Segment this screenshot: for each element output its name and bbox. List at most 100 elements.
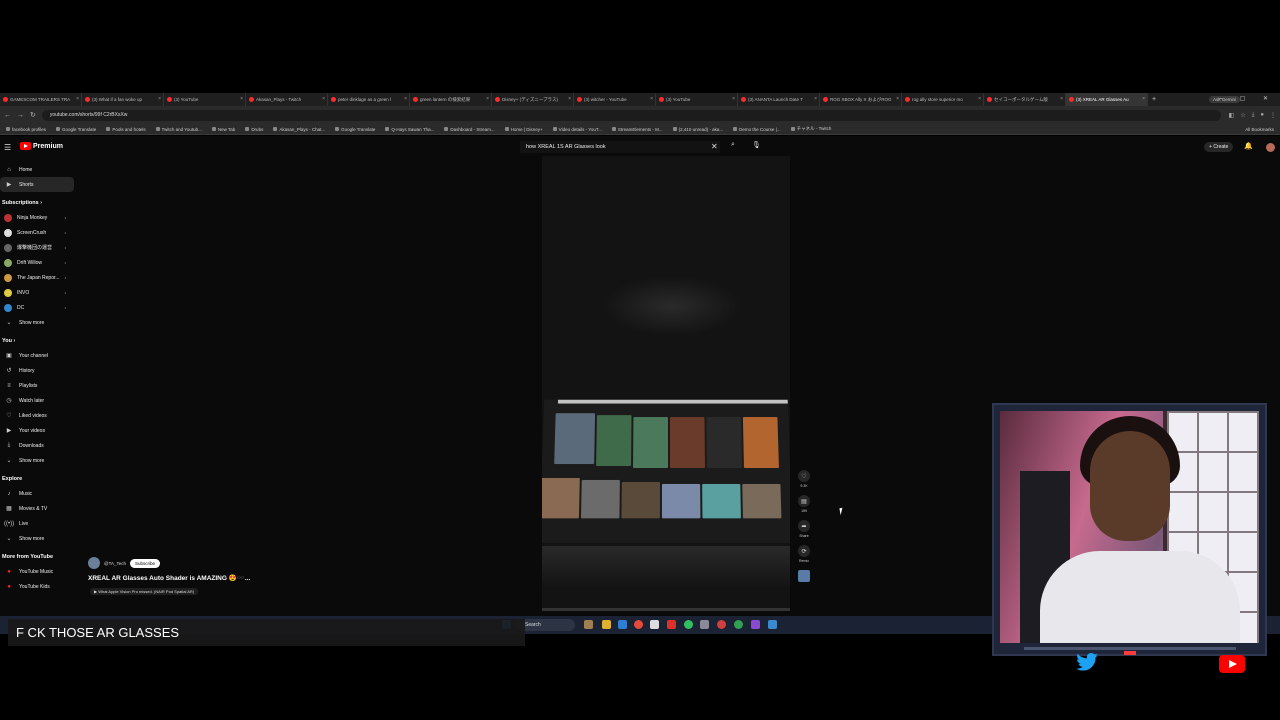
browser-tab[interactable]: green lantern の検索結果 × <box>410 93 492 106</box>
create-button[interactable]: + Create <box>1204 142 1234 152</box>
browser-tab[interactable]: Akasan_Plays - Twitch × <box>246 93 328 106</box>
spotify-icon[interactable] <box>734 620 743 629</box>
tab-close-icon[interactable]: × <box>404 96 407 102</box>
subscription-item[interactable]: Ninja Monkey • <box>0 210 80 225</box>
tab-close-icon[interactable]: × <box>240 96 243 102</box>
tab-close-icon[interactable]: × <box>1142 96 1145 102</box>
subscription-item[interactable]: The Japan Repor... • <box>0 270 80 285</box>
forward-icon[interactable]: → <box>17 112 24 119</box>
account-avatar[interactable] <box>1266 143 1275 152</box>
app-icon[interactable] <box>717 620 726 629</box>
hamburger-menu-icon[interactable]: ☰ <box>4 143 11 152</box>
channel-name[interactable]: @TA_Tech <box>104 561 126 566</box>
sidebar-item[interactable]: ≡ Playlists <box>0 378 80 393</box>
subscriptions-header[interactable]: Subscriptions › <box>0 195 80 210</box>
all-bookmarks[interactable]: All Bookmarks <box>1245 127 1274 132</box>
sidebar-item[interactable]: ● YouTube Music <box>0 564 80 579</box>
subscription-item[interactable]: Drift Willow • <box>0 255 80 270</box>
short-video-player[interactable] <box>542 156 790 611</box>
subscription-item[interactable]: DC • <box>0 300 80 315</box>
browser-tab[interactable]: (3) What if a fan woke up × <box>82 93 164 106</box>
bookmark-star-icon[interactable]: ☆ <box>1240 112 1245 119</box>
sidebar-item-shorts[interactable]: ▶ Shorts <box>0 177 74 192</box>
tab-close-icon[interactable]: × <box>732 96 735 102</box>
browser-tab[interactable]: (3) YouTube × <box>164 93 246 106</box>
browser-tab[interactable]: ROG XBOX Ally X およびROG × <box>820 93 902 106</box>
bookmark-item[interactable]: Google Translate <box>335 126 375 132</box>
window-controls[interactable]: – ▢ ✕ <box>1219 95 1276 102</box>
bookmark-item[interactable]: StreamElements - M... <box>611 126 663 132</box>
bookmark-item[interactable]: New Tab <box>211 126 235 132</box>
notifications-bell-icon[interactable]: 🔔 <box>1244 142 1253 150</box>
bookmark-item[interactable]: Pools and hotels <box>106 126 146 132</box>
tab-close-icon[interactable]: × <box>158 96 161 102</box>
settings-icon[interactable] <box>700 620 709 629</box>
show-more-you[interactable]: ⌄ Show more <box>0 453 80 468</box>
clear-search-icon[interactable]: ✕ <box>711 142 718 151</box>
sidebar-item-home[interactable]: ⌂ Home <box>0 162 80 177</box>
menu-dots-icon[interactable]: ⋮ <box>1270 112 1276 119</box>
bookmark-item[interactable]: Demo the Course |... <box>733 126 781 132</box>
sidebar-item[interactable]: ♡ Liked videos <box>0 408 80 423</box>
share-action[interactable]: ➦ Share <box>796 520 812 538</box>
bookmark-item[interactable]: Akasan_Plays - Chat... <box>273 126 325 132</box>
browser-tab[interactable]: Disney+ (ディズニープラス) × <box>492 93 574 106</box>
bookmark-item[interactable]: (2,410 unread) - aka... <box>672 126 723 132</box>
subscription-item[interactable]: 爆撃機団の運営 • <box>0 240 80 255</box>
app-icon[interactable] <box>768 620 777 629</box>
bookmark-item[interactable]: Video details - YouT... <box>552 126 602 132</box>
related-video-link[interactable]: ▶ What Apple Vision Pro missed. (NAIR Po… <box>90 588 199 595</box>
bookmark-item[interactable]: Google Translate <box>56 126 96 132</box>
tab-close-icon[interactable]: × <box>814 96 817 102</box>
browser-tab[interactable]: GAMESCOM TRAILERS TRA × <box>0 93 82 106</box>
chrome-icon[interactable] <box>634 620 643 629</box>
subscription-item[interactable]: INVO • <box>0 285 80 300</box>
comment-action[interactable]: ▤ 159 <box>796 495 812 513</box>
bookmark-item[interactable]: Dashboard - Stream... <box>444 126 495 132</box>
short-title[interactable]: XREAL AR Glasses Auto Shader is AMAZING … <box>88 574 250 582</box>
url-input[interactable]: youtube.com/shorts/99f C2rBXsXw <box>41 109 1221 121</box>
sidebar-item[interactable]: ▣ Your channel <box>0 348 80 363</box>
bookmark-item[interactable]: Drubs <box>245 126 263 132</box>
remix-action[interactable]: ⟳ Remix <box>796 545 812 563</box>
subscribe-button[interactable]: Subscribe <box>130 558 161 568</box>
sidebar-item[interactable]: ▦ Movies & TV <box>0 501 80 516</box>
sidebar-item[interactable]: ((•)) Live <box>0 516 80 531</box>
search-input[interactable]: how XREAL 1S AR Glasses look <box>520 141 720 153</box>
tab-close-icon[interactable]: × <box>486 96 489 102</box>
edge-icon[interactable] <box>618 620 627 629</box>
sidebar-item[interactable]: ↺ History <box>0 363 80 378</box>
twitch-icon[interactable] <box>751 620 760 629</box>
bookmark-item[interactable]: facebook profiles <box>6 126 46 132</box>
tab-close-icon[interactable]: × <box>1060 96 1063 102</box>
browser-tab[interactable]: (3) XREAL AR Glasses Au × <box>1066 93 1148 106</box>
channel-avatar[interactable] <box>88 557 100 569</box>
browser-tab[interactable]: (3) ANANTA Launch Date T × <box>738 93 820 106</box>
sidebar-item[interactable]: ● YouTube Kids <box>0 579 80 594</box>
bookmark-item[interactable]: Twitch and Youtub... <box>155 126 202 132</box>
sidebar-item[interactable]: ▶ Your videos <box>0 423 80 438</box>
tab-close-icon[interactable]: × <box>322 96 325 102</box>
reload-icon[interactable]: ↻ <box>30 111 36 119</box>
subscription-item[interactable]: ScreenCrush • <box>0 225 80 240</box>
extensions-icon[interactable]: ◧ <box>1229 112 1235 119</box>
profile-icon[interactable]: ● <box>1260 112 1264 119</box>
sidebar-item[interactable]: ⤓ Downloads <box>0 438 80 453</box>
like-action[interactable]: ♡ 9.3K <box>796 470 812 488</box>
new-tab-button[interactable]: + <box>1148 96 1160 103</box>
tab-close-icon[interactable]: × <box>76 96 79 102</box>
you-header[interactable]: You › <box>0 333 80 348</box>
tab-close-icon[interactable]: × <box>896 96 899 102</box>
app-icon[interactable] <box>667 620 676 629</box>
show-more-explore[interactable]: ⌄ Show more <box>0 531 80 546</box>
app-icon[interactable] <box>684 620 693 629</box>
search-icon[interactable]: ⌕ <box>726 141 740 153</box>
tab-close-icon[interactable]: × <box>650 96 653 102</box>
store-icon[interactable] <box>650 620 659 629</box>
video-progress-bar[interactable] <box>542 608 790 611</box>
browser-tab[interactable]: (3) YouTube × <box>656 93 738 106</box>
file-explorer-icon[interactable] <box>602 620 611 629</box>
youtube-logo[interactable]: Premium <box>20 142 63 150</box>
bookmark-item[interactable]: チャネル - Twitch <box>790 126 831 132</box>
show-more-subscriptions[interactable]: ⌄ Show more <box>0 315 80 330</box>
